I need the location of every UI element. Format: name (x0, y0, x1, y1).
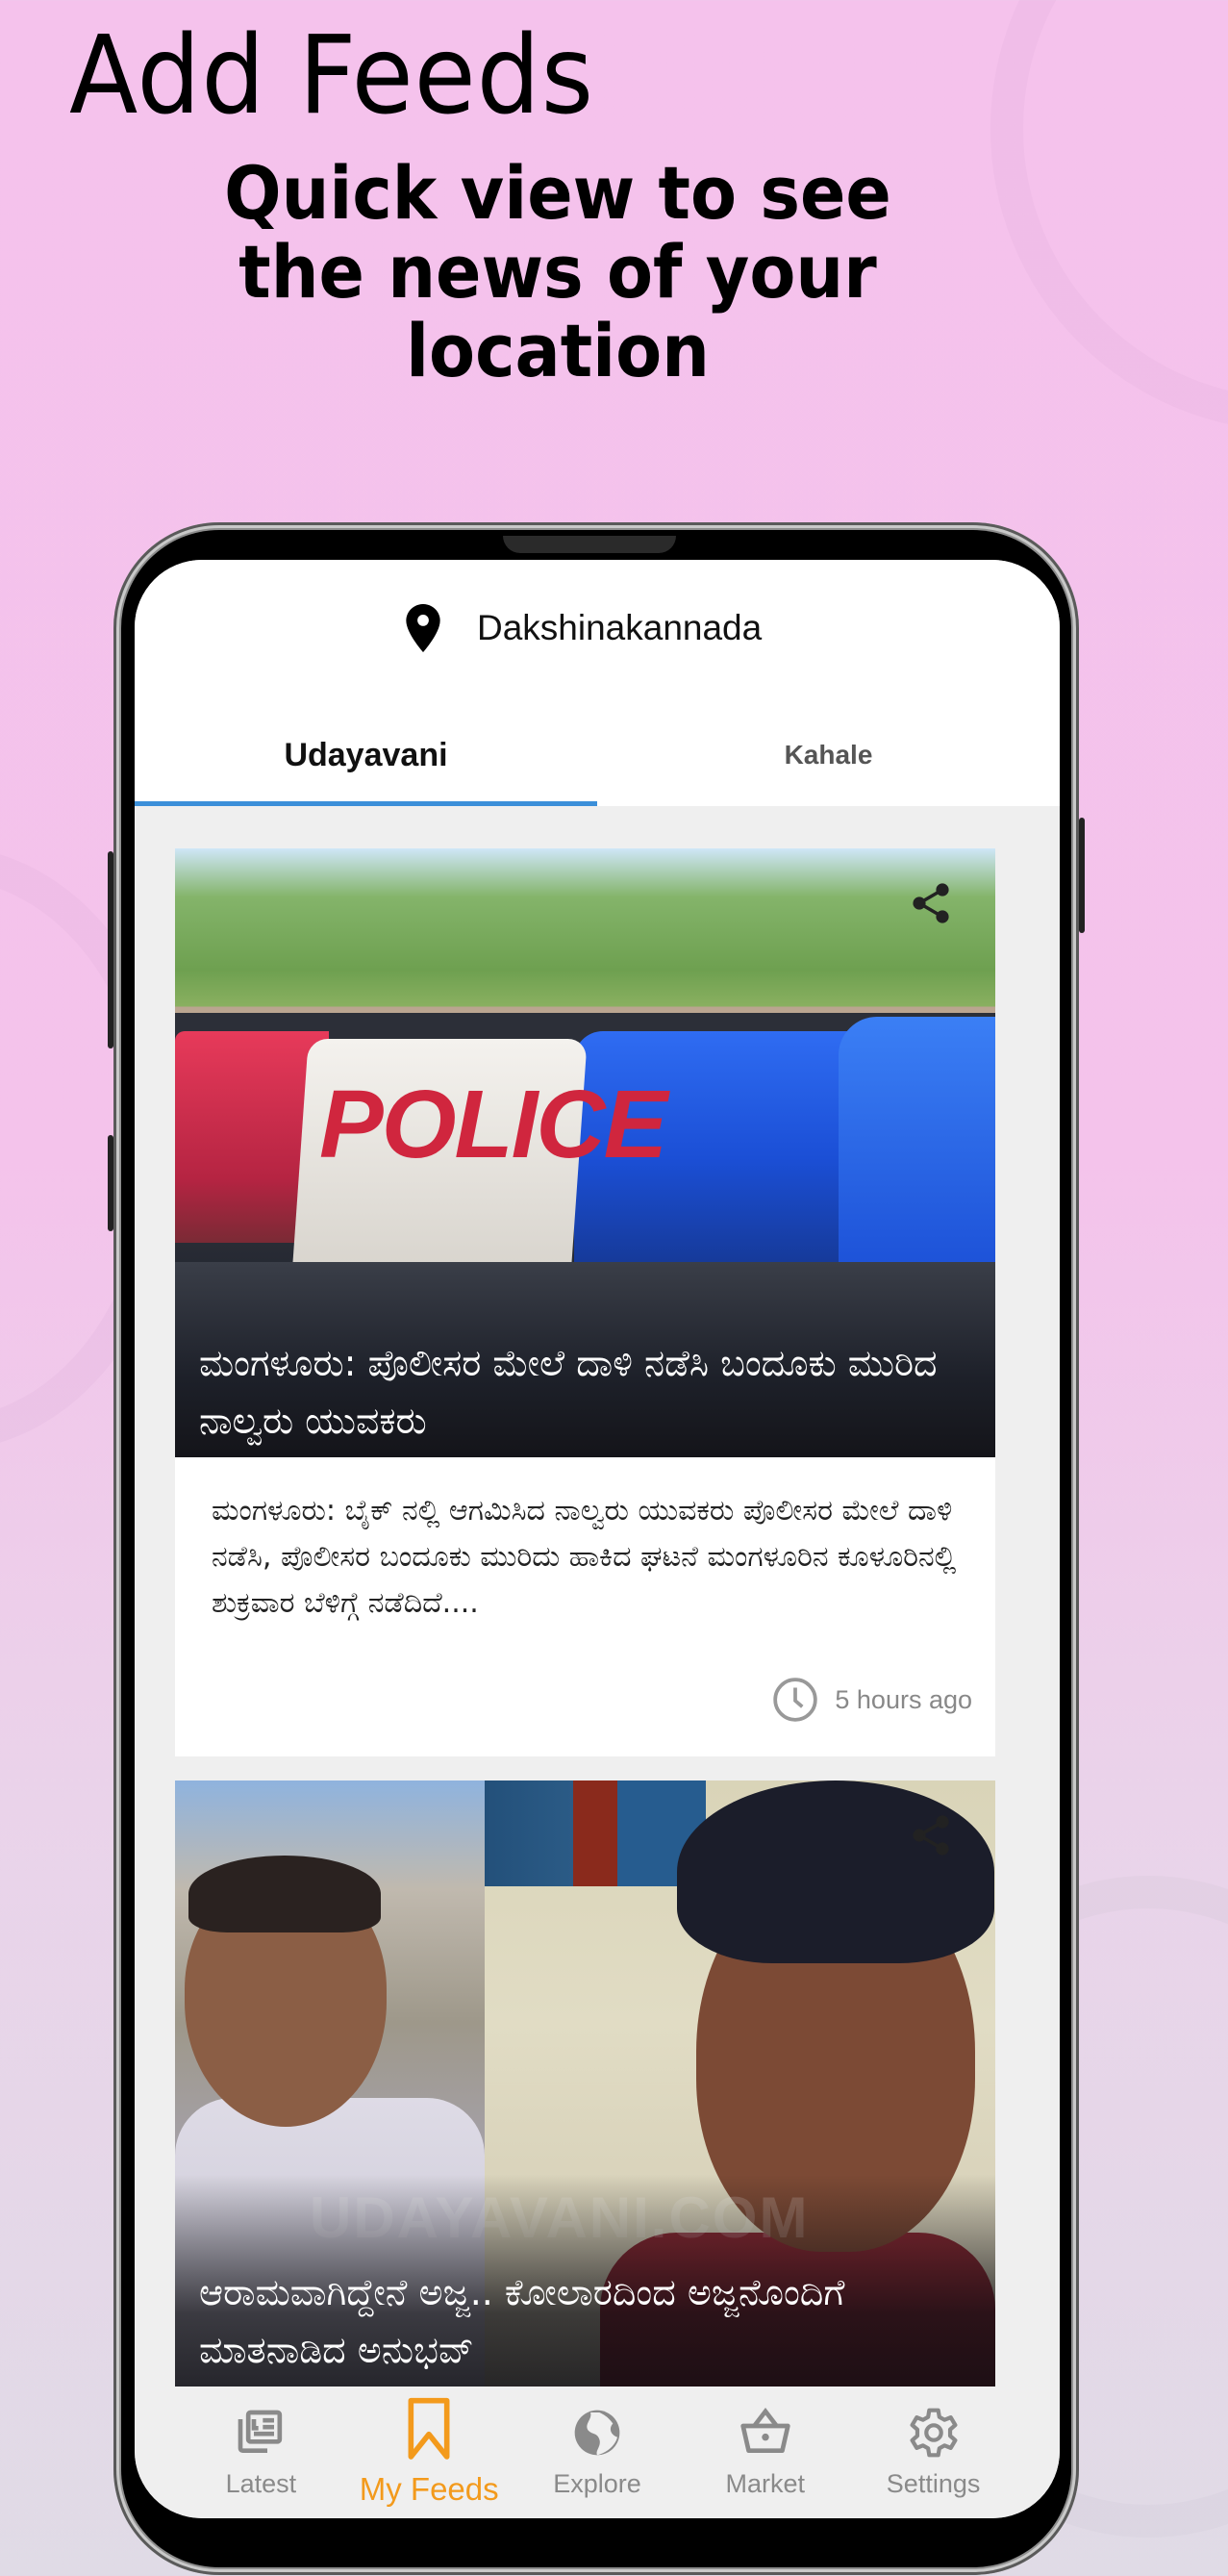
gear-icon (910, 2408, 958, 2458)
globe-icon (574, 2410, 620, 2456)
nav-label: Explore (553, 2469, 641, 2498)
app-header: Dakshinakannada Udayavani Kahale (135, 560, 1060, 806)
news-card[interactable]: POLICE ಮಂಗಳೂರು: ಪೊಲೀಸರ ಮೇಲೆ ದಾಳಿ ನಡೆಸಿ ಬ… (175, 848, 995, 1756)
nav-my-feeds[interactable]: My Feeds (345, 2387, 514, 2518)
active-tab-indicator (135, 801, 597, 806)
promo-headline: Add Feeds (69, 13, 594, 139)
news-summary: ಮಂಗಳೂರು: ಬೈಕ್ ನಲ್ಲಿ ಆಗಮಿಸಿದ ನಾಲ್ವರು ಯುವಕ… (212, 1494, 957, 1620)
newspaper-icon (238, 2410, 283, 2453)
bottom-navigation: Latest My Feeds Explore Market Settings (135, 2387, 1060, 2518)
nav-settings[interactable]: Settings (849, 2387, 1017, 2518)
tab-udayavani[interactable]: Udayavani (135, 704, 597, 806)
news-title: ಮಂಗಳೂರು: ಪೊಲೀಸರ ಮೇಲೆ ದಾಳಿ ನಡೆಸಿ ಬಂದೂಕು ಮ… (199, 1342, 938, 1442)
location-selector[interactable]: Dakshinakannada (406, 604, 762, 652)
map-pin-icon (406, 604, 440, 652)
news-timestamp: 5 hours ago (771, 1676, 972, 1724)
background-watermark (990, 0, 1228, 431)
news-card[interactable]: UDAYAVANI.COM ಆರಾಮವಾಗಿದ್ದೇನೆ ಅಜ್ಜ.. ಕೋಲಾ… (175, 1780, 995, 2387)
phone-speaker (503, 536, 676, 553)
source-tabs: Udayavani Kahale (135, 704, 1060, 806)
location-name: Dakshinakannada (477, 608, 763, 647)
image-police-text: POLICE (319, 1071, 667, 1178)
nav-explore[interactable]: Explore (514, 2387, 682, 2518)
share-icon[interactable] (908, 1811, 954, 1859)
nav-label: Settings (886, 2469, 981, 2498)
tab-kahale[interactable]: Kahale (597, 704, 1060, 806)
image-lightbar-blue (839, 1017, 995, 1267)
phone-power-button (1079, 818, 1085, 933)
basket-icon (740, 2408, 790, 2453)
nav-label: My Feeds (359, 2471, 499, 2507)
nav-label: Latest (225, 2469, 297, 2498)
clock-icon (773, 1678, 818, 1722)
news-title: ಆರಾಮವಾಗಿದ್ದೇನೆ ಅಜ್ಜ.. ಕೋಲಾರದಿಂದ ಅಜ್ಜನೊಂದ… (199, 2271, 845, 2371)
share-icon[interactable] (908, 879, 954, 927)
nav-market[interactable]: Market (681, 2387, 849, 2518)
bookmark-icon (408, 2397, 450, 2460)
news-image: UDAYAVANI.COM ಆರಾಮವಾಗಿದ್ದೇನೆ ಅಜ್ಜ.. ಕೋಲಾ… (175, 1780, 995, 2387)
app-screen: Dakshinakannada Udayavani Kahale POLICE … (135, 560, 1060, 2518)
news-image: POLICE ಮಂಗಳೂರು: ಪೊಲೀಸರ ಮೇಲೆ ದಾಳಿ ನಡೆಸಿ ಬ… (175, 848, 995, 1457)
nav-latest[interactable]: Latest (177, 2387, 345, 2518)
news-time: 5 hours ago (835, 1684, 972, 1714)
promo-subhead: Quick view to see the news of your locat… (224, 150, 891, 393)
nav-label: Market (725, 2469, 806, 2498)
